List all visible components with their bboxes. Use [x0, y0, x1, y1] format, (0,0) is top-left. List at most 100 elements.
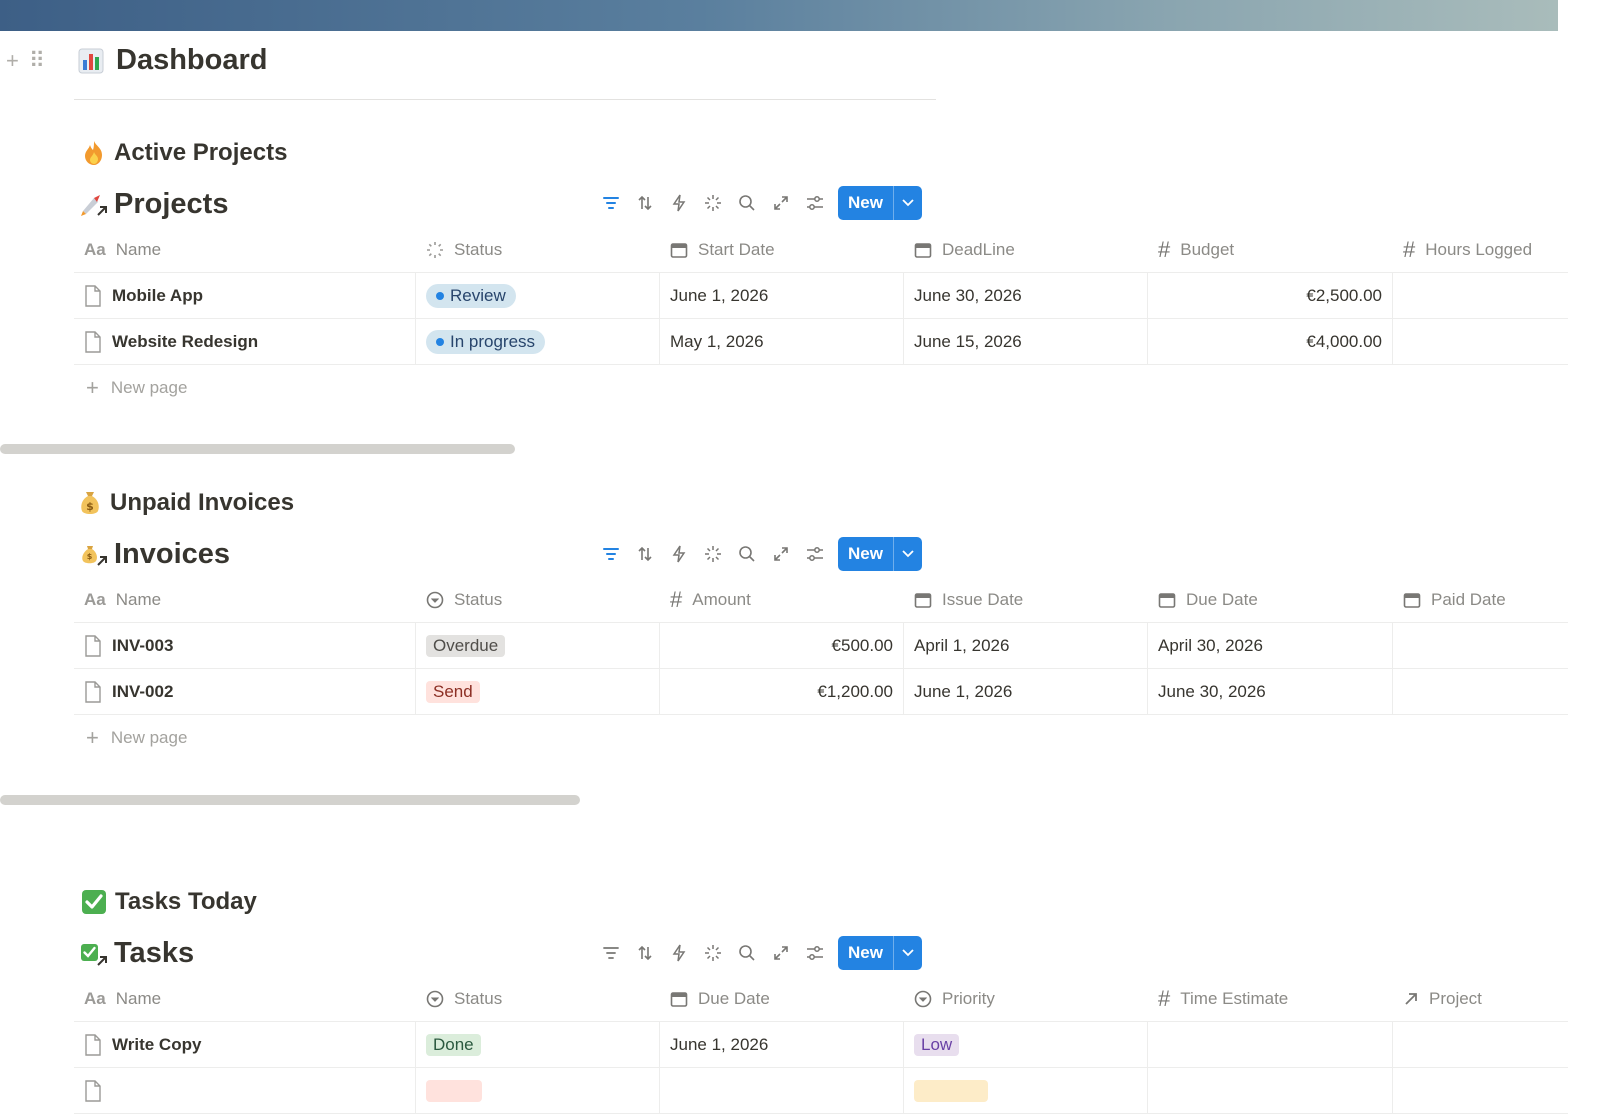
column-header[interactable]: Aa Name [74, 578, 416, 622]
filter-icon[interactable] [594, 936, 628, 970]
column-header[interactable]: Aa Name [74, 228, 416, 272]
projects-database-title[interactable]: Projects [80, 188, 228, 221]
search-icon[interactable] [730, 186, 764, 220]
status-cell[interactable]: In progress [416, 319, 660, 364]
status-cell[interactable]: Send [416, 669, 660, 714]
column-header[interactable]: Due Date [660, 977, 904, 1021]
column-header[interactable]: Aa Name [74, 977, 416, 1021]
row-name[interactable]: Mobile App [112, 286, 203, 306]
column-header[interactable]: Paid Date [1393, 578, 1568, 622]
add-block-icon[interactable]: + [6, 48, 19, 74]
start-date-cell[interactable]: June 1, 2026 [660, 273, 904, 318]
priority-cell[interactable]: Low [904, 1022, 1148, 1067]
name-cell[interactable] [74, 1068, 416, 1113]
project-cell[interactable] [1393, 1022, 1568, 1067]
time-estimate-cell[interactable] [1148, 1068, 1393, 1113]
automation-bolt-icon[interactable] [662, 936, 696, 970]
settings-sliders-icon[interactable] [798, 186, 832, 220]
table-row[interactable]: INV-002 Send €1,200.00 June 1, 2026 June… [74, 669, 1568, 715]
tasks-database-title[interactable]: Tasks [80, 937, 194, 970]
column-header[interactable]: # Amount [660, 578, 904, 622]
new-page-button[interactable]: + New page [74, 365, 1568, 411]
horizontal-scrollbar[interactable] [0, 444, 515, 454]
due-date-cell[interactable]: June 30, 2026 [1148, 669, 1393, 714]
column-header[interactable]: Due Date [1148, 578, 1393, 622]
issue-date-cell[interactable]: June 1, 2026 [904, 669, 1148, 714]
column-header[interactable]: Status [416, 228, 660, 272]
row-name[interactable]: Write Copy [112, 1035, 201, 1055]
new-button-label[interactable]: New [838, 537, 893, 571]
deadline-cell[interactable]: June 30, 2026 [904, 273, 1148, 318]
amount-cell[interactable]: €1,200.00 [660, 669, 904, 714]
start-date-cell[interactable]: May 1, 2026 [660, 319, 904, 364]
issue-date-cell[interactable]: April 1, 2026 [904, 623, 1148, 668]
search-icon[interactable] [730, 537, 764, 571]
row-name[interactable]: INV-002 [112, 682, 173, 702]
amount-cell[interactable]: €500.00 [660, 623, 904, 668]
column-header[interactable]: Start Date [660, 228, 904, 272]
column-header[interactable]: Issue Date [904, 578, 1148, 622]
status-cell[interactable]: Overdue [416, 623, 660, 668]
name-cell[interactable]: INV-002 [74, 669, 416, 714]
ai-sparkle-icon[interactable] [696, 537, 730, 571]
due-date-cell[interactable]: April 30, 2026 [1148, 623, 1393, 668]
deadline-cell[interactable]: June 15, 2026 [904, 319, 1148, 364]
new-button-label[interactable]: New [838, 186, 893, 220]
status-cell[interactable]: Done [416, 1022, 660, 1067]
chevron-down-icon[interactable] [892, 186, 922, 220]
name-cell[interactable]: Write Copy [74, 1022, 416, 1067]
paid-date-cell[interactable] [1393, 623, 1568, 668]
new-button[interactable]: New [838, 186, 922, 220]
column-header[interactable]: # Hours Logged [1393, 228, 1568, 272]
column-header[interactable]: # Budget [1148, 228, 1393, 272]
settings-sliders-icon[interactable] [798, 936, 832, 970]
table-row[interactable]: Mobile App Review June 1, 2026 June 30, … [74, 273, 1568, 319]
column-header[interactable]: Status [416, 977, 660, 1021]
automation-bolt-icon[interactable] [662, 537, 696, 571]
block-handle[interactable]: + ⠿ [6, 48, 45, 74]
row-name[interactable]: INV-003 [112, 636, 173, 656]
chevron-down-icon[interactable] [892, 936, 922, 970]
due-date-cell[interactable] [660, 1068, 904, 1113]
status-cell[interactable]: Review [416, 273, 660, 318]
sort-icon[interactable] [628, 186, 662, 220]
paid-date-cell[interactable] [1393, 669, 1568, 714]
sort-icon[interactable] [628, 936, 662, 970]
column-header[interactable]: # Time Estimate [1148, 977, 1393, 1021]
hours-logged-cell[interactable] [1393, 319, 1568, 364]
new-button-label[interactable]: New [838, 936, 893, 970]
drag-handle-icon[interactable]: ⠿ [29, 48, 45, 74]
table-row[interactable]: Write Copy Done June 1, 2026 Low [74, 1022, 1568, 1068]
ai-sparkle-icon[interactable] [696, 186, 730, 220]
sort-icon[interactable] [628, 537, 662, 571]
project-cell[interactable] [1393, 1068, 1568, 1113]
budget-cell[interactable]: €4,000.00 [1148, 319, 1393, 364]
new-button[interactable]: New [838, 936, 922, 970]
hours-logged-cell[interactable] [1393, 273, 1568, 318]
time-estimate-cell[interactable] [1148, 1022, 1393, 1067]
table-row[interactable] [74, 1068, 1568, 1114]
expand-icon[interactable] [764, 537, 798, 571]
expand-icon[interactable] [764, 936, 798, 970]
invoices-database-title[interactable]: $ Invoices [80, 538, 230, 571]
horizontal-scrollbar[interactable] [0, 795, 580, 805]
status-cell[interactable] [416, 1068, 660, 1113]
column-header[interactable]: Status [416, 578, 660, 622]
new-page-button[interactable]: + New page [74, 715, 1568, 761]
name-cell[interactable]: Mobile App [74, 273, 416, 318]
new-button[interactable]: New [838, 537, 922, 571]
column-header[interactable]: Project [1393, 977, 1568, 1021]
table-row[interactable]: Website Redesign In progress May 1, 2026… [74, 319, 1568, 365]
ai-sparkle-icon[interactable] [696, 936, 730, 970]
settings-sliders-icon[interactable] [798, 537, 832, 571]
due-date-cell[interactable]: June 1, 2026 [660, 1022, 904, 1067]
row-name[interactable]: Website Redesign [112, 332, 258, 352]
filter-icon[interactable] [594, 537, 628, 571]
expand-icon[interactable] [764, 186, 798, 220]
chevron-down-icon[interactable] [892, 537, 922, 571]
name-cell[interactable]: Website Redesign [74, 319, 416, 364]
column-header[interactable]: DeadLine [904, 228, 1148, 272]
budget-cell[interactable]: €2,500.00 [1148, 273, 1393, 318]
table-row[interactable]: INV-003 Overdue €500.00 April 1, 2026 Ap… [74, 623, 1568, 669]
automation-bolt-icon[interactable] [662, 186, 696, 220]
